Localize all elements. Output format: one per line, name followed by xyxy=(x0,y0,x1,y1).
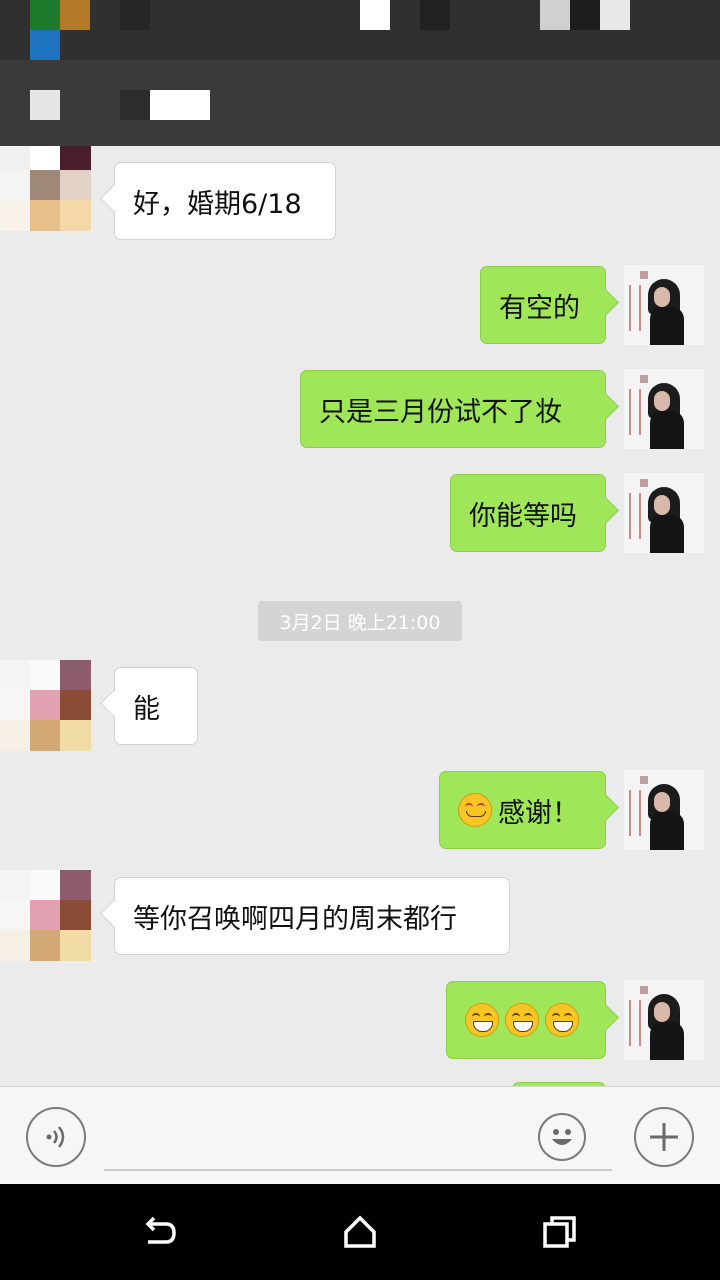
navigation-bar xyxy=(0,1184,720,1280)
grin-emoji-icon xyxy=(465,1003,499,1037)
message-list[interactable]: 好，婚期6/18 有空的 只是三月份试不了妆 你能等吗 3月2日 晚上21:00… xyxy=(0,146,720,1086)
home-nav-button[interactable] xyxy=(340,1212,380,1252)
timestamp-text: 3月2日 晚上21:00 xyxy=(279,611,441,634)
emoji-icon xyxy=(552,1129,572,1145)
voice-button[interactable] xyxy=(26,1107,86,1167)
message-text: 能 xyxy=(133,693,160,725)
message-bubble-outgoing[interactable]: 感谢！ xyxy=(439,771,606,849)
home-icon xyxy=(344,1215,376,1248)
message-text: 你能等吗 xyxy=(469,500,577,532)
contact-avatar[interactable] xyxy=(0,660,92,752)
contact-avatar[interactable] xyxy=(0,146,92,232)
voice-icon xyxy=(46,1126,65,1148)
message-bubble-incoming[interactable]: 能 xyxy=(114,667,198,745)
message-input[interactable] xyxy=(104,1107,612,1171)
message-bubble-outgoing[interactable] xyxy=(446,981,606,1059)
my-avatar[interactable] xyxy=(624,369,704,449)
contact-name xyxy=(150,90,210,120)
message-input-bar xyxy=(0,1086,720,1185)
status-bar xyxy=(0,0,720,60)
smiling-blush-emoji-icon xyxy=(458,793,492,827)
message-bubble-incoming[interactable]: 等你召唤啊四月的周末都行 xyxy=(114,877,510,955)
message-text: 等你召唤啊四月的周末都行 xyxy=(133,903,457,935)
message-bubble-outgoing[interactable]: 有空的 xyxy=(480,266,606,344)
message-bubble-outgoing[interactable]: 你能等吗 xyxy=(450,474,606,552)
recents-nav-button[interactable] xyxy=(540,1212,580,1252)
contact-avatar[interactable] xyxy=(0,870,92,962)
message-bubble-incoming[interactable]: 好，婚期6/18 xyxy=(114,162,336,240)
grin-emoji-icon xyxy=(505,1003,539,1037)
chat-title-bar xyxy=(0,60,720,146)
my-avatar[interactable] xyxy=(624,473,704,553)
message-text: 有空的 xyxy=(499,292,580,324)
back-nav-button[interactable] xyxy=(140,1212,180,1252)
recents-icon xyxy=(543,1216,576,1248)
my-avatar[interactable] xyxy=(624,265,704,345)
message-bubble-outgoing[interactable]: 只是三月份试不了妆 xyxy=(300,370,606,448)
my-avatar[interactable] xyxy=(624,980,704,1060)
more-button[interactable] xyxy=(634,1107,694,1167)
message-text: 感谢！ xyxy=(498,797,579,829)
my-avatar[interactable] xyxy=(624,770,704,850)
plus-icon xyxy=(650,1123,678,1151)
back-button[interactable] xyxy=(30,90,60,120)
timestamp-divider: 3月2日 晚上21:00 xyxy=(258,601,462,641)
grin-emoji-icon xyxy=(545,1003,579,1037)
message-text: 好，婚期6/18 xyxy=(133,188,302,220)
back-icon xyxy=(145,1216,176,1244)
message-text: 只是三月份试不了妆 xyxy=(319,396,562,428)
emoji-button[interactable] xyxy=(538,1113,586,1161)
